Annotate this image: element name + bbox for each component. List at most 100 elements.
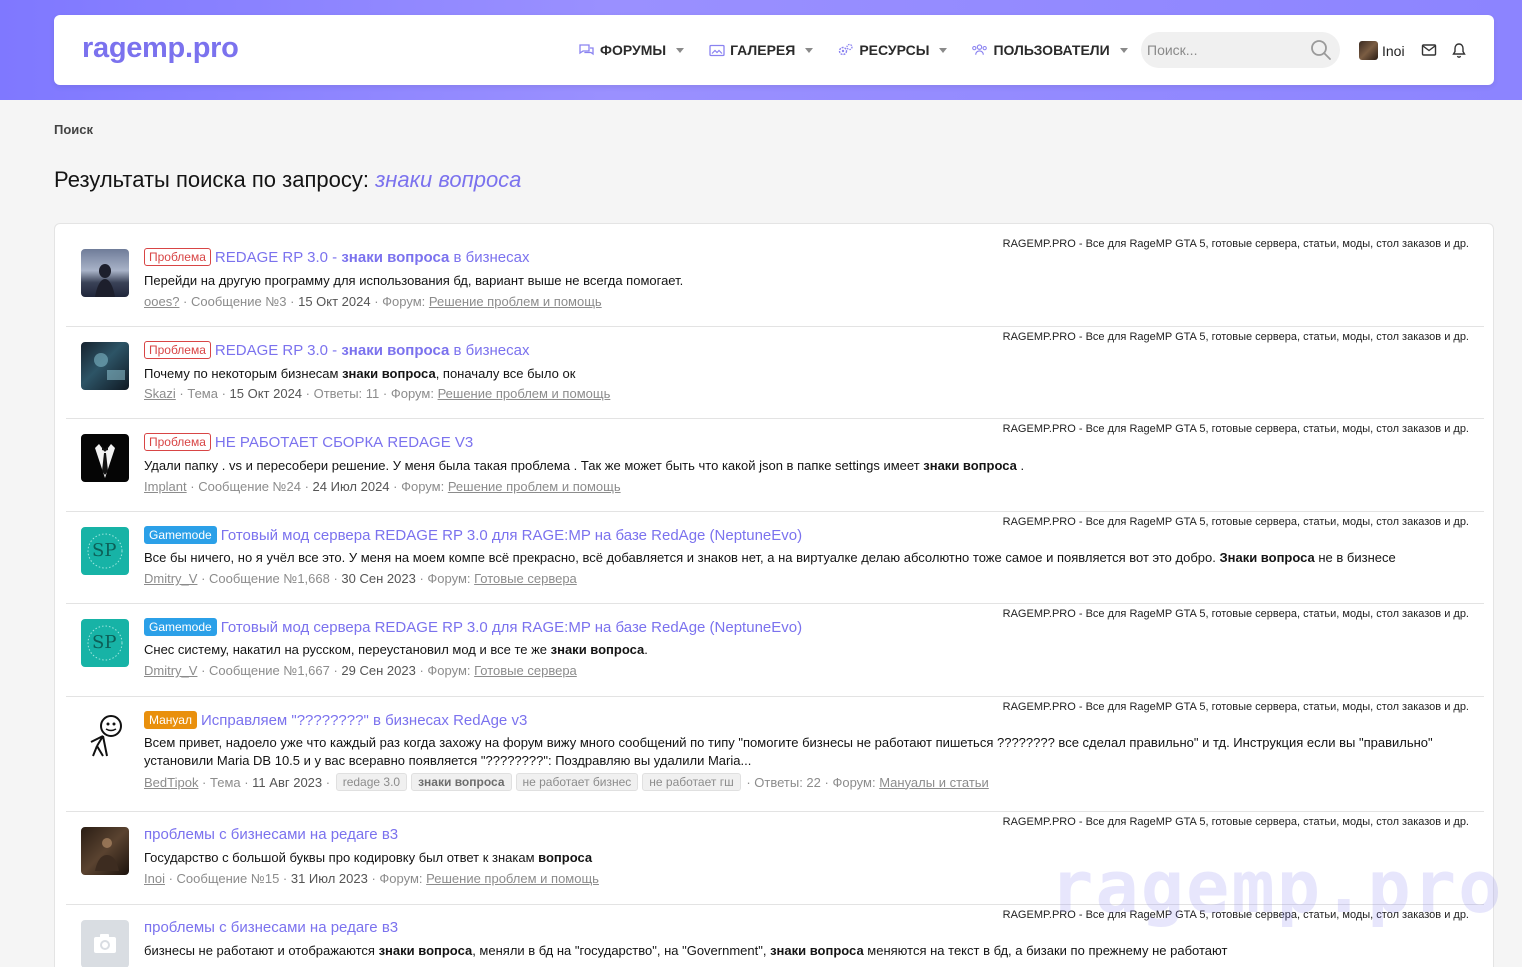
post-type: Сообщение №1,667 xyxy=(209,663,330,678)
main-nav: ФОРУМЫ ГАЛЕРЕЯ РЕСУРСЫ ПОЛЬЗОВАТЕЛИ xyxy=(578,15,1152,85)
post-type: Сообщение №24 xyxy=(198,479,301,494)
avatar[interactable] xyxy=(81,249,129,297)
author-link[interactable]: Dmitry_V xyxy=(144,571,197,586)
result-title[interactable]: проблемы с бизнесами на редаге в3 xyxy=(144,919,398,936)
forum-link[interactable]: Решение проблем и помощь xyxy=(438,386,611,401)
tag-chip[interactable]: не работает бизнес xyxy=(515,773,639,791)
avatar[interactable] xyxy=(81,342,129,390)
forum-label: Форум: xyxy=(401,479,445,494)
avatar[interactable] xyxy=(81,920,129,967)
envelope-icon[interactable] xyxy=(1420,41,1438,59)
avatar[interactable] xyxy=(81,712,129,760)
site-label: RAGEMP.PRO - Все для RageMP GTA 5, готов… xyxy=(1002,516,1469,528)
result-meta: Dmitry_V · Сообщение №1,668 · 30 Сен 202… xyxy=(144,571,577,586)
result-meta: Inoi · Сообщение №15 · 31 Июл 2023 · Фор… xyxy=(144,871,599,886)
result-snippet: Снес систему, накатил на русском, переус… xyxy=(144,641,1464,659)
title-part: REDAGE RP 3.0 - xyxy=(214,248,338,266)
site-label: RAGEMP.PRO - Все для RageMP GTA 5, готов… xyxy=(1002,238,1469,250)
avatar[interactable]: SP xyxy=(81,527,129,575)
list-item: SP Gamemode Готовый мод сервера REDAGE R… xyxy=(66,512,1484,604)
result-snippet: Всем привет, надоело уже что каждый раз … xyxy=(144,734,1464,770)
author-link[interactable]: Inoi xyxy=(144,871,165,886)
forum-link[interactable]: Решение проблем и помощь xyxy=(448,479,621,494)
list-item: Мануал Исправляем "????????" в бизнесах … xyxy=(66,697,1484,812)
title-part: проблемы с бизнесами на редаге в3 xyxy=(144,919,399,936)
title-part: проблемы с бизнесами на редаге в3 xyxy=(144,826,399,843)
nav-users[interactable]: ПОЛЬЗОВАТЕЛИ xyxy=(971,42,1128,58)
result-title[interactable]: проблемы с бизнесами на редаге в3 xyxy=(144,826,398,843)
forum-link[interactable]: Готовые сервера xyxy=(474,663,577,678)
snippet-highlight: знаки вопроса xyxy=(550,642,645,657)
nav-gallery[interactable]: ГАЛЕРЕЯ xyxy=(708,42,814,58)
chevron-down-icon[interactable] xyxy=(805,47,814,53)
snippet-text: Всем привет, надоело уже что каждый раз … xyxy=(144,735,1433,768)
nav-resources[interactable]: РЕСУРСЫ xyxy=(837,42,948,58)
result-title[interactable]: Проблема НЕ РАБОТАЕТ СБОРКА REDAGE V3 xyxy=(144,433,473,451)
list-item: проблемы с бизнесами на редаге в3 RAGEMP… xyxy=(66,812,1484,905)
avatar[interactable] xyxy=(81,827,129,875)
list-item: Проблема НЕ РАБОТАЕТ СБОРКА REDAGE V3 RA… xyxy=(66,419,1484,512)
post-type: Сообщение №15 xyxy=(176,871,280,886)
result-meta: Skazi · Тема · 15 Окт 2024 · Ответы: 11 … xyxy=(144,386,611,401)
title-part: REDAGE RP 3.0 - xyxy=(214,341,338,359)
snippet-text: бизнесы не работают и отображаются xyxy=(144,943,379,958)
result-snippet: Удали папку . vs и пересобери решение. У… xyxy=(144,457,1464,475)
result-title[interactable]: Проблема REDAGE RP 3.0 - знаки вопроса в… xyxy=(144,248,529,266)
post-type: Тема xyxy=(187,386,218,401)
snippet-highlight: знаки вопроса xyxy=(770,943,864,958)
avatar[interactable] xyxy=(81,434,129,482)
list-item: Проблема REDAGE RP 3.0 - знаки вопроса в… xyxy=(66,234,1484,327)
cogs-icon xyxy=(837,43,854,57)
title-part: в бизнесах xyxy=(453,248,530,266)
chevron-down-icon[interactable] xyxy=(1119,47,1128,53)
author-link[interactable]: ooes? xyxy=(144,294,179,309)
site-logo[interactable]: ragemp.pro xyxy=(82,32,239,65)
snippet-highlight: знаки вопроса xyxy=(923,458,1017,473)
page-title-text: Результаты поиска по запросу: xyxy=(54,167,376,192)
snippet-text: Государство с большой буквы про кодировк… xyxy=(144,850,539,865)
forum-link[interactable]: Мануалы и статьи xyxy=(879,775,989,790)
forum-link[interactable]: Решение проблем и помощь xyxy=(429,294,602,309)
prefix-badge[interactable]: Проблема xyxy=(144,433,211,451)
result-title[interactable]: Gamemode Готовый мод сервера REDAGE RP 3… xyxy=(144,526,802,544)
title-part: Исправляем "????????" в бизнесах RedAge … xyxy=(200,711,528,729)
tag-chip[interactable]: redage 3.0 xyxy=(335,773,408,791)
tag-chip[interactable]: знаки вопроса xyxy=(411,773,512,791)
author-link[interactable]: BedTipok xyxy=(144,775,198,790)
prefix-badge[interactable]: Gamemode xyxy=(144,618,217,636)
prefix-badge[interactable]: Gamemode xyxy=(144,526,217,544)
author-link[interactable]: Dmitry_V xyxy=(144,663,197,678)
chevron-down-icon[interactable] xyxy=(676,47,685,53)
author-link[interactable]: Skazi xyxy=(144,386,176,401)
forum-link[interactable]: Решение проблем и помощь xyxy=(426,871,599,886)
forum-link[interactable]: Готовые сервера xyxy=(474,571,577,586)
snippet-text: не в бизнесе xyxy=(1314,550,1396,565)
search-icon[interactable] xyxy=(1310,39,1332,61)
prefix-badge[interactable]: Проблема xyxy=(144,341,211,359)
prefix-badge[interactable]: Проблема xyxy=(144,248,211,266)
search-input[interactable] xyxy=(1141,32,1301,68)
snippet-text: Перейди на другую программу для использо… xyxy=(144,273,684,288)
result-title[interactable]: Gamemode Готовый мод сервера REDAGE RP 3… xyxy=(144,618,802,636)
breadcrumb[interactable]: Поиск xyxy=(54,122,93,137)
post-date: 15 Окт 2024 xyxy=(298,294,371,309)
post-date: 29 Сен 2023 xyxy=(341,663,416,678)
prefix-badge[interactable]: Мануал xyxy=(144,711,197,729)
title-part: НЕ РАБОТАЕТ СБОРКА REDAGE V3 xyxy=(214,433,474,451)
search-box xyxy=(1141,32,1340,68)
author-link[interactable]: Implant xyxy=(144,479,187,494)
result-title[interactable]: Проблема REDAGE RP 3.0 - знаки вопроса в… xyxy=(144,341,529,359)
post-type: Сообщение №3 xyxy=(190,294,287,309)
forum-label: Форум: xyxy=(379,871,423,886)
chevron-down-icon[interactable] xyxy=(939,47,948,53)
forum-label: Форум: xyxy=(382,294,426,309)
title-part: Готовый мод сервера REDAGE RP 3.0 для RA… xyxy=(220,618,803,636)
nav-forums[interactable]: ФОРУМЫ xyxy=(578,42,685,58)
result-title[interactable]: Мануал Исправляем "????????" в бизнесах … xyxy=(144,711,527,729)
bell-icon[interactable] xyxy=(1450,41,1468,59)
tag-chip[interactable]: не работает гш xyxy=(642,773,741,791)
search-query[interactable]: знаки вопроса xyxy=(375,167,521,192)
result-snippet: бизнесы не работают и отображаются знаки… xyxy=(144,942,1464,960)
user-menu[interactable]: Inoi xyxy=(1359,41,1405,60)
avatar[interactable]: SP xyxy=(81,619,129,667)
